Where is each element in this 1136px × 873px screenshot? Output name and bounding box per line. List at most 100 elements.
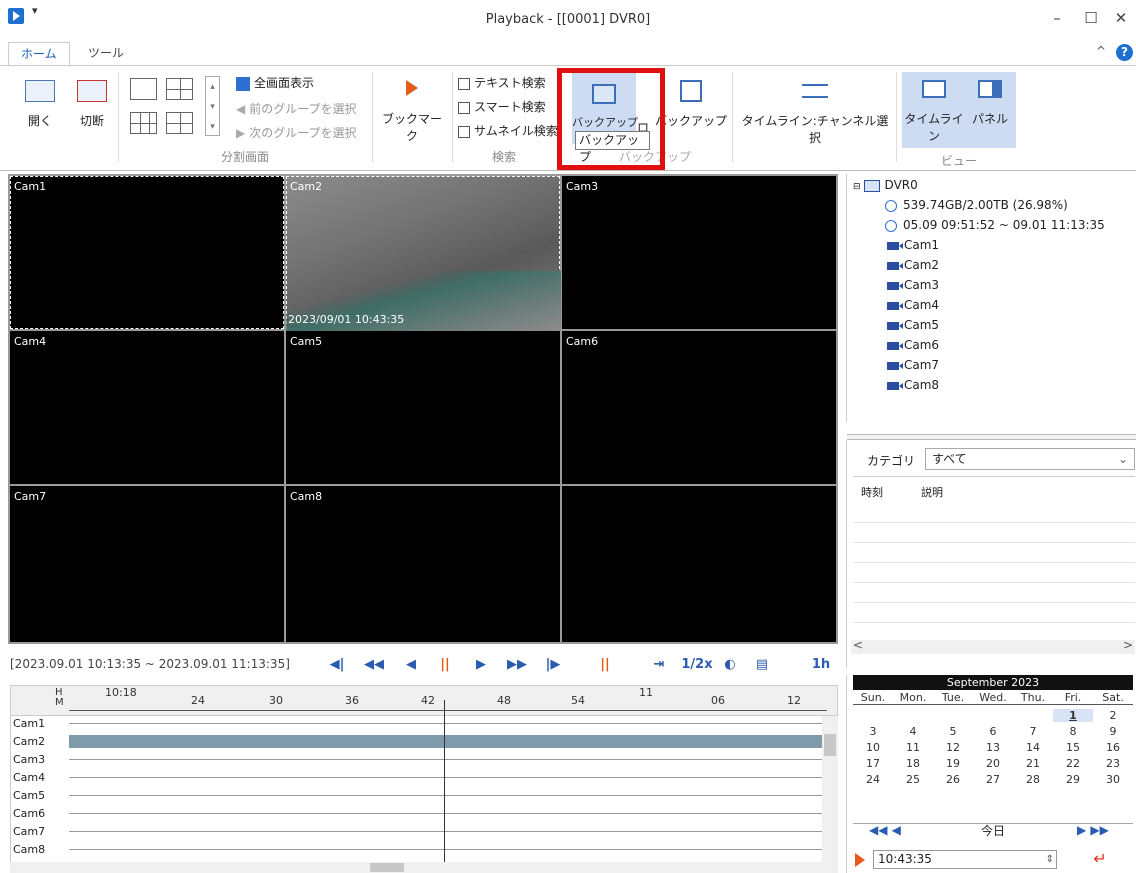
zoom-1h-button[interactable]: 1h <box>810 655 832 675</box>
timeline-row-cam5[interactable]: Cam5 <box>11 789 823 803</box>
split-1-icon[interactable] <box>130 78 157 100</box>
timeline-row-cam2[interactable]: Cam2 <box>11 735 823 749</box>
timeline-vertical-scrollbar[interactable] <box>822 716 838 862</box>
calendar-day[interactable]: 28 <box>1013 773 1053 786</box>
calendar-day[interactable]: 30 <box>1093 773 1133 786</box>
calendar-day[interactable]: 3 <box>853 725 893 738</box>
calendar-day[interactable]: 13 <box>973 741 1013 754</box>
today-button[interactable]: 今日 <box>981 822 1005 839</box>
tree-cam[interactable]: Cam6 <box>887 338 939 352</box>
calendar-day[interactable]: 24 <box>853 773 893 786</box>
split-9-icon[interactable] <box>130 112 157 134</box>
timeline-row-cam8[interactable]: Cam8 <box>11 843 823 857</box>
maximize-button[interactable]: ☐ <box>1076 4 1106 32</box>
disconnect-button[interactable]: 切断 <box>74 80 110 129</box>
pause-button[interactable]: || <box>436 655 454 675</box>
fast-rewind-button[interactable]: ◀◀ <box>362 655 386 675</box>
prev-year-button[interactable]: ◀◀ ◀ <box>869 823 901 837</box>
calendar-day[interactable]: 1 <box>1053 709 1093 722</box>
calendar-day[interactable]: 23 <box>1093 757 1133 770</box>
recording-bar[interactable] <box>69 735 823 748</box>
tree-cam[interactable]: Cam5 <box>887 318 939 332</box>
split-custom-icon[interactable] <box>166 112 193 134</box>
goto-time-button[interactable]: ↵ <box>1073 849 1127 869</box>
prev-group-button[interactable]: ◀ 前のグループを選択 <box>236 100 357 117</box>
cam-tile-6[interactable]: Cam6 <box>562 331 836 484</box>
fast-forward-button[interactable]: ▶▶ <box>504 655 530 675</box>
bookmark-button[interactable]: ブックマーク <box>378 80 446 144</box>
goto-end-button[interactable]: |▶ <box>542 655 564 675</box>
calendar-day[interactable]: 16 <box>1093 741 1133 754</box>
calendar-day[interactable]: 21 <box>1013 757 1053 770</box>
sync-icon[interactable]: ⇥ <box>650 655 668 675</box>
scroll-left-icon[interactable]: < <box>853 638 863 652</box>
speed-button[interactable]: 1/2x <box>680 655 714 675</box>
calendar-day[interactable]: 19 <box>933 757 973 770</box>
cam-tile-8[interactable]: Cam8 <box>286 486 560 642</box>
open-button[interactable]: 開く <box>22 80 58 129</box>
calendar-day[interactable]: 6 <box>973 725 1013 738</box>
tab-home[interactable]: ホーム <box>8 42 70 66</box>
tree-cam[interactable]: Cam8 <box>887 378 939 392</box>
split-scroller[interactable]: ▴ ▾ ▾ <box>205 76 220 136</box>
scroll-right-icon[interactable]: > <box>1123 638 1133 652</box>
next-year-button[interactable]: ▶ ▶▶ <box>1077 823 1109 837</box>
calendar-day[interactable]: 2 <box>1093 709 1133 722</box>
calendar-day[interactable]: 5 <box>933 725 973 738</box>
cam-tile-7[interactable]: Cam7 <box>10 486 284 642</box>
smart-search-button[interactable]: スマート検索 <box>458 98 546 115</box>
tree-root-dvr[interactable]: ⊟ DVR0 <box>853 178 918 192</box>
calendar-day[interactable]: 15 <box>1053 741 1093 754</box>
cam-tile-9[interactable] <box>562 486 836 642</box>
tree-cam[interactable]: Cam2 <box>887 258 939 272</box>
collapse-ribbon-icon[interactable]: ^ <box>1096 44 1106 58</box>
time-spin-icon[interactable]: ⇕ <box>1046 851 1054 868</box>
tree-cam[interactable]: Cam7 <box>887 358 939 372</box>
timeline-view-button[interactable]: タイムライン <box>904 80 964 144</box>
cam-tile-1[interactable]: Cam1 <box>10 176 284 329</box>
calendar-day[interactable]: 10 <box>853 741 893 754</box>
cam-tile-4[interactable]: Cam4 <box>10 331 284 484</box>
timeline-row-cam4[interactable]: Cam4 <box>11 771 823 785</box>
calendar-day[interactable]: 22 <box>1053 757 1093 770</box>
audio-icon[interactable]: ◐ <box>720 655 740 675</box>
fullscreen-button[interactable]: 全画面表示 <box>236 74 314 91</box>
thumbnail-search-button[interactable]: サムネイル検索 <box>458 122 558 139</box>
backup-2-button[interactable]: バックアップ <box>655 80 727 129</box>
calendar-day[interactable]: 12 <box>933 741 973 754</box>
calendar-day[interactable]: 14 <box>1013 741 1053 754</box>
timeline-tracks[interactable]: Cam1 Cam2 Cam3 Cam4 Cam5 Cam6 Cam7 Cam8 <box>10 716 823 862</box>
timeline-cursor[interactable] <box>444 700 445 862</box>
event-list-hscroll[interactable]: < > <box>851 638 1135 654</box>
calendar-day[interactable]: 7 <box>1013 725 1053 738</box>
calendar-day[interactable]: 9 <box>1093 725 1133 738</box>
next-group-button[interactable]: ▶ 次のグループを選択 <box>236 124 357 141</box>
calendar-day[interactable]: 20 <box>973 757 1013 770</box>
close-button[interactable]: ✕ <box>1106 4 1136 32</box>
timeline-row-cam7[interactable]: Cam7 <box>11 825 823 839</box>
calendar-day[interactable]: 8 <box>1053 725 1093 738</box>
timeline-row-cam1[interactable]: Cam1 <box>11 717 823 731</box>
tree-cam[interactable]: Cam4 <box>887 298 939 312</box>
calendar-day[interactable]: 11 <box>893 741 933 754</box>
timeline-horizontal-scrollbar[interactable] <box>10 862 838 873</box>
bookmark-flag-icon[interactable] <box>855 853 865 867</box>
tree-cam[interactable]: Cam1 <box>887 238 939 252</box>
timeline-channel-select-button[interactable]: タイムライン:チャンネル選択 <box>740 80 890 146</box>
cam-tile-3[interactable]: Cam3 <box>562 176 836 329</box>
play-button[interactable]: ▶ <box>472 655 490 675</box>
collapse-icon[interactable]: ⊟ <box>853 182 861 192</box>
calendar-day[interactable]: 29 <box>1053 773 1093 786</box>
tab-tools[interactable]: ツール <box>76 42 136 66</box>
minimize-button[interactable]: – <box>1042 4 1072 32</box>
cam-tile-5[interactable]: Cam5 <box>286 331 560 484</box>
cam-tile-2[interactable]: Cam2 2023/09/01 10:43:35 <box>286 176 561 331</box>
calendar-day[interactable]: 17 <box>853 757 893 770</box>
timeline-row-cam3[interactable]: Cam3 <box>11 753 823 767</box>
timeline-row-cam6[interactable]: Cam6 <box>11 807 823 821</box>
calendar-day[interactable]: 27 <box>973 773 1013 786</box>
time-input[interactable]: 10:43:35 ⇕ <box>873 850 1057 869</box>
text-search-button[interactable]: テキスト検索 <box>458 74 546 91</box>
calendar-day[interactable]: 26 <box>933 773 973 786</box>
step-back-button[interactable]: ◀ <box>402 655 420 675</box>
